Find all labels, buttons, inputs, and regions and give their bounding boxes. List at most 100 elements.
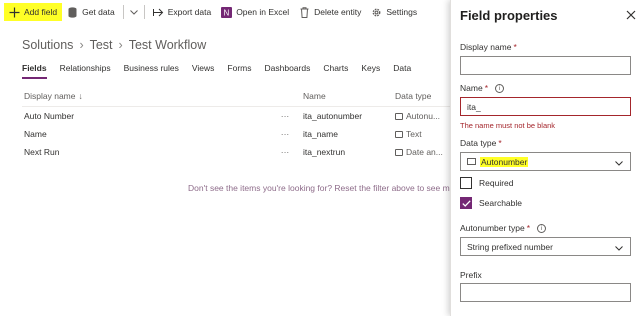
tab-relationships[interactable]: Relationships bbox=[60, 63, 111, 79]
name-error-message: The name must not be blank bbox=[460, 121, 556, 130]
tab-fields[interactable]: Fields bbox=[22, 63, 47, 79]
info-icon[interactable]: i bbox=[537, 223, 547, 233]
required-checkbox-label: Required bbox=[479, 178, 514, 188]
info-icon[interactable]: i bbox=[495, 83, 504, 93]
searchable-checkbox[interactable]: Searchable bbox=[460, 197, 522, 209]
trash-icon bbox=[299, 6, 310, 18]
more-options-icon[interactable]: ··· bbox=[267, 129, 303, 139]
svg-text:N: N bbox=[224, 8, 230, 17]
required-checkbox[interactable]: Required bbox=[460, 177, 514, 189]
export-data-button[interactable]: Export data bbox=[148, 3, 216, 21]
autonumber-type-label: Autonumber type * i bbox=[460, 223, 547, 233]
fields-table: Display name ↓ Name Data type Auto Number… bbox=[22, 85, 450, 161]
delete-entity-button[interactable]: Delete entity bbox=[294, 3, 366, 21]
tab-data[interactable]: Data bbox=[393, 63, 411, 79]
calendar-type-icon bbox=[395, 148, 403, 156]
arrow-right-icon bbox=[152, 7, 164, 18]
row-logical-name: ita_name bbox=[303, 129, 338, 139]
row-display-name[interactable]: Auto Number bbox=[22, 111, 267, 121]
more-options-icon[interactable]: ··· bbox=[267, 111, 303, 121]
delete-entity-label: Delete entity bbox=[314, 7, 362, 17]
display-name-header-label: Display name bbox=[24, 90, 76, 101]
required-marker: * bbox=[526, 223, 531, 233]
autonumber-type-dropdown[interactable]: String prefixed number bbox=[460, 237, 631, 256]
data-type-label: Data type * bbox=[460, 138, 502, 148]
open-in-excel-button[interactable]: N Open in Excel bbox=[216, 3, 294, 21]
gear-icon bbox=[371, 7, 382, 18]
row-data-type: Autonu... bbox=[395, 111, 450, 121]
name-header[interactable]: Name bbox=[303, 91, 395, 101]
chevron-down-icon bbox=[615, 243, 623, 253]
get-data-button[interactable]: Get data bbox=[62, 3, 120, 21]
tab-charts[interactable]: Charts bbox=[323, 63, 348, 79]
row-display-name[interactable]: Name bbox=[22, 129, 267, 139]
row-display-name[interactable]: Next Run bbox=[22, 147, 267, 157]
command-bar: Add field Get data Export data N Open in… bbox=[0, 0, 450, 24]
onenote-icon: N bbox=[221, 6, 233, 18]
toolbar-divider bbox=[143, 5, 145, 19]
settings-label: Settings bbox=[386, 7, 418, 17]
panel-title: Field properties bbox=[460, 8, 558, 23]
get-data-dropdown[interactable] bbox=[127, 3, 141, 21]
breadcrumb-test-workflow: Test Workflow bbox=[128, 38, 207, 52]
breadcrumb-test[interactable]: Test bbox=[90, 38, 113, 52]
entity-tabs: Fields Relationships Business rules View… bbox=[22, 63, 424, 79]
chevron-right-icon: › bbox=[118, 38, 123, 52]
tab-views[interactable]: Views bbox=[192, 63, 215, 79]
name-field-value: ita_ bbox=[467, 101, 481, 112]
checkmark-icon bbox=[460, 197, 472, 209]
more-options-icon[interactable]: ··· bbox=[267, 147, 303, 157]
tab-forms[interactable]: Forms bbox=[227, 63, 251, 79]
table-row[interactable]: Name ··· ita_name Text bbox=[22, 125, 450, 143]
name-field[interactable]: ita_ bbox=[460, 97, 631, 116]
required-marker: * bbox=[498, 138, 502, 148]
row-data-type-label: Date an... bbox=[406, 147, 443, 157]
chevron-right-icon: › bbox=[79, 38, 84, 52]
required-marker: * bbox=[513, 42, 517, 52]
text-type-icon bbox=[395, 130, 403, 138]
prefix-field[interactable] bbox=[460, 283, 631, 302]
table-row[interactable]: Next Run ··· ita_nextrun Date an... bbox=[22, 143, 450, 161]
tab-dashboards[interactable]: Dashboards bbox=[265, 63, 311, 79]
row-data-type-label: Text bbox=[406, 129, 422, 139]
checkbox-box bbox=[460, 177, 472, 189]
row-data-type: Text bbox=[395, 129, 450, 139]
plus-icon bbox=[9, 7, 20, 18]
export-data-label: Export data bbox=[167, 7, 212, 17]
display-name-field[interactable] bbox=[460, 56, 631, 75]
autonumber-icon bbox=[467, 158, 476, 165]
tab-business-rules[interactable]: Business rules bbox=[124, 63, 179, 79]
field-properties-panel: Field properties Display name * Name * i i… bbox=[450, 0, 644, 316]
open-in-excel-label: Open in Excel bbox=[236, 7, 290, 17]
searchable-checkbox-label: Searchable bbox=[479, 198, 523, 208]
chevron-down-icon bbox=[615, 158, 623, 168]
data-type-dropdown[interactable]: Autonumber bbox=[460, 152, 631, 171]
breadcrumb-solutions[interactable]: Solutions bbox=[22, 38, 73, 52]
display-name-label-text: Display name bbox=[460, 42, 512, 52]
row-logical-name: ita_nextrun bbox=[303, 147, 346, 157]
tab-keys[interactable]: Keys bbox=[361, 63, 380, 79]
autonumber-type-label-text: Autonumber type bbox=[460, 223, 525, 233]
data-type-label-text: Data type bbox=[460, 138, 497, 148]
sort-arrow-icon: ↓ bbox=[78, 90, 83, 101]
display-name-header[interactable]: Display name ↓ bbox=[22, 91, 267, 101]
table-row[interactable]: Auto Number ··· ita_autonumber Autonu... bbox=[22, 107, 450, 125]
row-data-type-label: Autonu... bbox=[406, 111, 441, 121]
display-name-label: Display name * bbox=[460, 42, 517, 52]
required-marker: * bbox=[484, 83, 488, 93]
database-icon bbox=[67, 6, 78, 18]
row-logical-name: ita_autonumber bbox=[303, 111, 363, 121]
add-field-label: Add field bbox=[24, 7, 58, 17]
autonumber-type-value: String prefixed number bbox=[467, 241, 553, 252]
data-type-header[interactable]: Data type bbox=[395, 91, 450, 101]
settings-button[interactable]: Settings bbox=[366, 3, 422, 21]
close-icon[interactable] bbox=[626, 10, 636, 20]
row-data-type: Date an... bbox=[395, 147, 450, 157]
table-header: Display name ↓ Name Data type bbox=[22, 85, 450, 107]
get-data-label: Get data bbox=[82, 7, 115, 17]
breadcrumb: Solutions › Test › Test Workflow bbox=[22, 38, 206, 52]
data-type-value: Autonumber bbox=[480, 156, 529, 167]
prefix-label: Prefix bbox=[460, 270, 482, 280]
add-field-button[interactable]: Add field bbox=[4, 3, 63, 21]
chevron-down-icon bbox=[129, 7, 138, 17]
